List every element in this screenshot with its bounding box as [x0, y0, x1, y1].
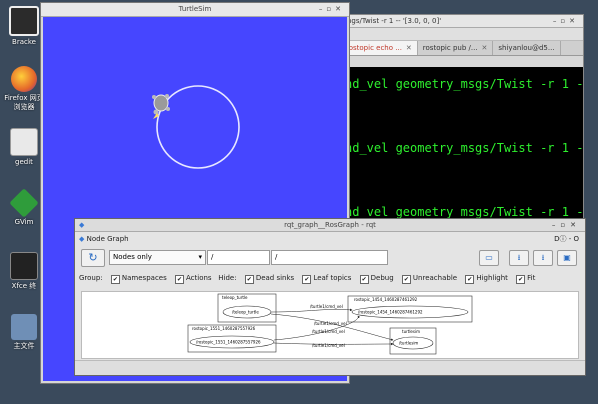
edge-label: /turtle1/cmd_vel — [310, 304, 343, 309]
desktop-icon-label: Xfce 终 — [11, 282, 37, 290]
terminal-line: nd_vel geometry_msgs/Twist -r 1 -- — [345, 141, 583, 155]
graph-node-label: /teleop_turtle — [232, 310, 259, 315]
desktop-icon-gvim[interactable]: GVim — [4, 188, 44, 227]
actions-checkbox[interactable]: ✔ — [174, 275, 184, 284]
plugin-icon: ◆ — [79, 235, 85, 243]
tab-shell[interactable]: shiyanlou@d5... — [493, 41, 561, 55]
desktop-icon-gedit[interactable]: gedit — [4, 128, 44, 167]
terminal-line: nd_vel geometry_msgs/Twist -r 1 -- — [345, 205, 583, 219]
desktop-icon-label: gedit — [15, 158, 33, 166]
topic-filter-input[interactable]: / — [271, 250, 388, 265]
desktop-icon-home[interactable]: 主文件 — [4, 314, 44, 351]
terminal-window[interactable]: ngs/Twist -r 1 -- '[3.0, 0, 0]' –▫✕ rost… — [340, 14, 584, 246]
image-icon: ▣ — [563, 253, 571, 262]
tab-rostopic-pub[interactable]: rostopic pub /... ✕ — [418, 41, 494, 55]
firefox-icon — [11, 66, 37, 92]
highlight-checkbox[interactable]: ✔ — [465, 275, 475, 284]
desktop-icon-brackets[interactable]: Bracke — [4, 6, 44, 47]
graph-node-label: /turtlesim — [399, 341, 418, 346]
turtle-path — [156, 85, 240, 169]
graph-node-label: /rostopic_1454_1460287461292 — [358, 310, 423, 315]
namespace-filter-input[interactable]: / — [207, 250, 270, 265]
save-icon: ⭳ — [517, 253, 521, 262]
plugin-header: ◆ Node Graph Dⓘ - O — [75, 232, 585, 246]
rqt-titlebar[interactable]: ◆ rqt_graph__RosGraph - rqt –▫✕ — [75, 219, 585, 232]
rqt-statusbar — [75, 360, 585, 375]
turtlesim-titlebar[interactable]: TurtleSim –▫✕ — [41, 3, 349, 17]
desktop-icon-label: GVim — [14, 218, 34, 226]
chevron-down-icon: ▾ — [198, 253, 202, 261]
debug-checkbox[interactable]: ✔ — [359, 275, 369, 284]
refresh-button[interactable]: ↻ — [81, 249, 105, 267]
graph-options-row: Group: ✔ Namespaces ✔ Actions Hide: ✔ Dead … — [79, 274, 536, 284]
desktop-icon-firefox[interactable]: Firefox 网页浏览器 — [4, 66, 44, 112]
save-svg-button[interactable]: ⭳ — [533, 250, 553, 266]
graph-mode-select[interactable]: Nodes only ▾ — [109, 250, 206, 265]
edge-label: /turtle1/cmd_vel — [314, 321, 347, 326]
rqt-app-icon: ◆ — [79, 221, 85, 229]
terminal-title: ngs/Twist -r 1 -- '[3.0, 0, 0]' — [347, 17, 442, 25]
node-group-label: rostopic_1454_1460287461292 — [354, 297, 418, 302]
terminal-tab-bar: rostopic echo ... ✕ rostopic pub /... ✕ sh… — [341, 41, 583, 56]
window-controls[interactable]: –▫✕ — [552, 219, 581, 231]
unreachable-checkbox[interactable]: ✔ — [401, 275, 411, 284]
graph-toolbar: ↻ Nodes only ▾ / / ▭ ⭳ ⭳ ▣ — [75, 247, 585, 267]
fit-checkbox[interactable]: ✔ — [516, 275, 526, 284]
home-folder-icon — [11, 314, 37, 340]
plugin-header-controls[interactable]: Dⓘ - O — [554, 232, 579, 246]
ros-graph-svg: teleop_turtle rostopic_1551_146028755792… — [187, 293, 473, 355]
close-icon[interactable]: ✕ — [482, 44, 488, 52]
save-image-button[interactable]: ▣ — [557, 250, 577, 266]
edge-label: /turtle1/cmd_vel — [312, 343, 345, 348]
turtlesim-title: TurtleSim — [178, 5, 212, 13]
refresh-icon: ↻ — [88, 251, 98, 264]
tab-rostopic-echo[interactable]: rostopic echo ... ✕ — [341, 41, 418, 55]
gedit-icon — [10, 128, 38, 156]
terminal-titlebar[interactable]: ngs/Twist -r 1 -- '[3.0, 0, 0]' –▫✕ — [341, 15, 583, 28]
ros-graph-canvas[interactable]: teleop_turtle rostopic_1551_146028755792… — [81, 291, 579, 359]
window-controls[interactable]: –▫✕ — [319, 3, 345, 16]
close-icon[interactable]: ✕ — [406, 44, 412, 52]
graph-edge — [270, 308, 353, 313]
load-dot-button[interactable]: ▭ — [479, 250, 499, 266]
node-group-label: turtlesim — [402, 329, 420, 334]
node-group-label: teleop_turtle — [222, 295, 248, 300]
window-controls[interactable]: –▫✕ — [553, 15, 579, 27]
graph-edge — [273, 315, 361, 341]
turtle-icon — [152, 94, 170, 119]
brackets-icon — [9, 6, 39, 36]
rqt-graph-window[interactable]: ◆ rqt_graph__RosGraph - rqt –▫✕ ◆ Node G… — [74, 218, 586, 376]
graph-node-label: /rostopic_1551_1460287557926 — [196, 340, 261, 345]
plugin-label: Node Graph — [86, 235, 129, 243]
folder-icon: ▭ — [485, 253, 493, 262]
terminal-icon — [10, 252, 38, 280]
desktop-icon-terminal[interactable]: Xfce 终 — [4, 252, 44, 291]
save-icon: ⭳ — [541, 253, 545, 262]
rqt-title: rqt_graph__RosGraph - rqt — [284, 221, 376, 229]
graph-edge — [270, 313, 394, 341]
terminal-line: nd_vel geometry_msgs/Twist -r 1 -- — [345, 77, 583, 91]
edge-label: /turtle1/cmd_vel — [312, 329, 345, 334]
terminal-menubar — [341, 28, 583, 41]
leaf-topics-checkbox[interactable]: ✔ — [302, 275, 312, 284]
desktop-icon-label: 主文件 — [13, 342, 35, 350]
desktop-icon-label: Bracke — [12, 38, 36, 46]
desktop-icon-label: Firefox 网页浏览器 — [4, 94, 44, 111]
save-dot-button[interactable]: ⭳ — [509, 250, 529, 266]
dead-sinks-checkbox[interactable]: ✔ — [244, 275, 254, 284]
node-group-label: rostopic_1551_1460287557926 — [192, 326, 256, 331]
gvim-icon — [9, 188, 39, 218]
namespaces-checkbox[interactable]: ✔ — [110, 275, 120, 284]
